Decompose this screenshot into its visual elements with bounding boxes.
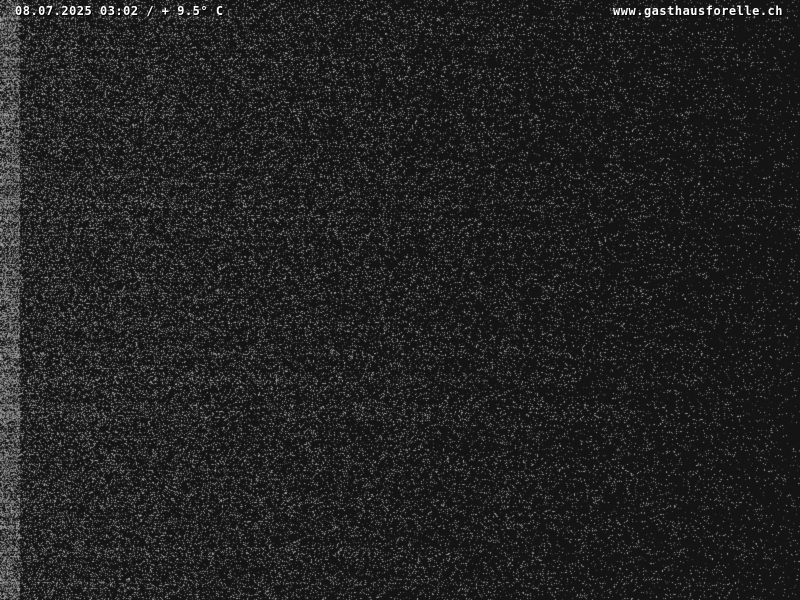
timestamp-temperature-overlay: 08.07.2025 03:02 / + 9.5° C: [15, 4, 224, 18]
webcam-image: 08.07.2025 03:02 / + 9.5° C www.gasthaus…: [0, 0, 800, 600]
night-sensor-noise: [0, 0, 800, 600]
site-url-overlay: www.gasthausforelle.ch: [613, 4, 783, 18]
